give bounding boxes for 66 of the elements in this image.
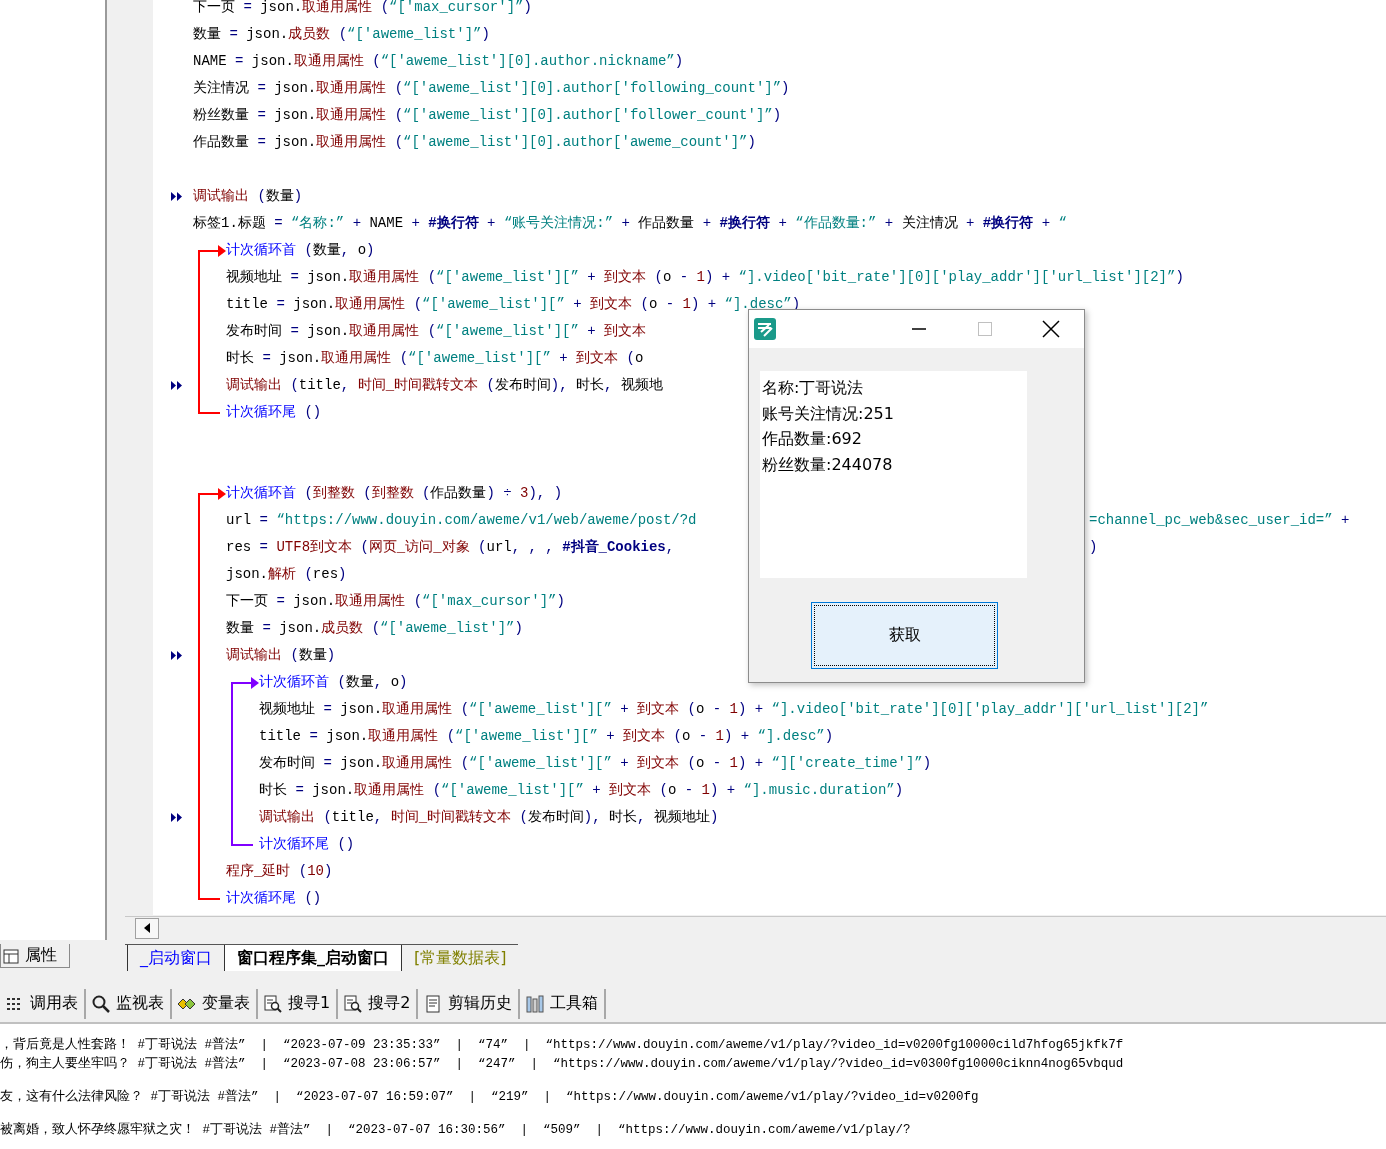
info-text: 粉丝数量:244078 bbox=[762, 453, 894, 476]
code-line: res = UTF8到文本 (网页_访问_对象 (url, , , #抖音_Cookies, bbox=[226, 538, 675, 557]
code-line: 调试输出 (数量) bbox=[226, 646, 336, 665]
code-line: 计次循环首 (到整数 (到整数 (作品数量) ÷ 3), ) bbox=[226, 484, 563, 503]
property-tab[interactable]: 属性 bbox=[0, 944, 70, 968]
output-line: 被离婚，致人怀孕终愿牢狱之灾！ #丁哥说法 #普法” | “2023-07-07 16:30:56” | “509” | “https://www.douyin.com/aweme/v1/play/? bbox=[0, 1121, 912, 1139]
document-search-icon bbox=[344, 994, 363, 1013]
minimize-icon bbox=[912, 328, 926, 330]
code-line: 调试输出 (数量) bbox=[193, 187, 303, 206]
editor-tab[interactable]: 窗口程序集_启动窗口 bbox=[224, 945, 401, 971]
double-arrow-icon bbox=[171, 192, 183, 201]
toolbar-button[interactable]: 搜寻1 bbox=[258, 988, 339, 1019]
info-text: 账号关注情况:251 bbox=[762, 402, 895, 425]
code-line: 视频地址 = json.取通用属性 (“['aweme_list'][” + 到文本 (o - 1) + “].video['bit_rate'][0]['play_addr']['url_list'][2]”) bbox=[226, 268, 1184, 287]
toolbar-button[interactable]: 监视表 bbox=[86, 988, 172, 1019]
code-line: 计次循环首 (数量, o) bbox=[226, 241, 375, 260]
code-line: 发布时间 = json.取通用属性 (“['aweme_list'][” + 到文本 (o - 1) + “]['create_time']”) bbox=[259, 754, 932, 773]
toolbar-button[interactable]: 变量表 bbox=[172, 988, 258, 1019]
output-line: ，背后竟是人性套路！ #丁哥说法 #普法” | “2023-07-09 23:35:33” | “74” | “https://www.douyin.com/aweme/v1/play/?video_id=v0200fg10000cild7hfog65jkfk7f bbox=[0, 1036, 1125, 1054]
code-line: 下一页 = json.取通用属性 (“['max_cursor']”) bbox=[193, 0, 532, 17]
output-line: 友，这有什么法律风险？ #丁哥说法 #普法” | “2023-07-07 16:59:07” | “219” | “https://www.douyin.com/aweme/v1/play/?video_id=v0200fg bbox=[0, 1088, 980, 1106]
code-line: 计次循环尾 () bbox=[226, 889, 322, 908]
toolbar-button[interactable]: 搜寻2 bbox=[338, 988, 419, 1019]
close-icon bbox=[1042, 320, 1060, 338]
code-line: 作品数量 = json.取通用属性 (“['aweme_list'][0].author['aweme_count']”) bbox=[193, 133, 756, 152]
scroll-left-button[interactable] bbox=[135, 917, 159, 939]
info-text: 名称:丁哥说法 bbox=[762, 377, 865, 399]
table-icon bbox=[3, 946, 21, 965]
output-line: 伤，狗主人要坐牢吗？ #丁哥说法 #普法” | “2023-07-08 23:06:57” | “247” | “https://www.douyin.com/aweme/v1/play/?video_id=v0300fg10000ciknn4nog65vbqud bbox=[0, 1055, 1125, 1073]
code-line: 调试输出 (title, 时间_时间戳转文本 (发布时间), 时长, 视频地 bbox=[226, 376, 663, 395]
code-line: 时长 = json.取通用属性 (“['aweme_list'][” + 到文本 (o bbox=[226, 349, 644, 368]
fetch-button[interactable]: 获取 bbox=[811, 602, 998, 669]
info-text: 作品数量:692 bbox=[762, 428, 863, 450]
code-line: =channel_pc_web&sec_user_id=” + bbox=[1089, 511, 1350, 530]
code-line: 标签1.标题 = “名称:” + NAME + #换行符 + “账号关注情况:” + 作品数量 + #换行符 + “作品数量:” + 关注情况 + #换行符 + “ bbox=[193, 214, 1067, 233]
code-line: 视频地址 = json.取通用属性 (“['aweme_list'][” + 到文本 (o - 1) + “].video['bit_rate'][0]['play_addr']['url_list'][2]” bbox=[259, 700, 1209, 719]
code-line: NAME = json.取通用属性 (“['aweme_list'][0].author.nickname”) bbox=[193, 52, 684, 71]
double-arrow-icon bbox=[171, 381, 183, 390]
toolbox-icon bbox=[526, 994, 545, 1013]
app-icon bbox=[753, 317, 777, 341]
code-line: 发布时间 = json.取通用属性 (“['aweme_list'][” + 到文本 bbox=[226, 322, 647, 341]
code-line: 粉丝数量 = json.取通用属性 (“['aweme_list'][0].author['follower_count']”) bbox=[193, 106, 782, 125]
document-icon bbox=[424, 994, 443, 1013]
toolbar-button[interactable]: 剪辑历史 bbox=[418, 988, 521, 1019]
code-line: 关注情况 = json.取通用属性 (“['aweme_list'][0].author['following_count']”) bbox=[193, 79, 790, 98]
caret-icon bbox=[143, 923, 151, 933]
search-icon bbox=[92, 994, 110, 1013]
maximize-icon bbox=[977, 321, 993, 337]
code-line: 程序_延时 (10) bbox=[226, 862, 333, 881]
toolbar-button[interactable]: 调用表 bbox=[0, 988, 86, 1019]
code-line: 数量 = json.成员数 (“['aweme_list']”) bbox=[193, 25, 490, 44]
code-line: 时长 = json.取通用属性 (“['aweme_list'][” + 到文本 (o - 1) + “].music.duration”) bbox=[259, 781, 904, 800]
code-line: 计次循环尾 () bbox=[226, 403, 322, 422]
code-line: 调试输出 (title, 时间_时间戳转文本 (发布时间), 时长, 视频地址) bbox=[259, 808, 719, 827]
code-line: 计次循环尾 () bbox=[259, 835, 355, 854]
code-line: 下一页 = json.取通用属性 (“['max_cursor']”) bbox=[226, 592, 565, 611]
code-line: 数量 = json.成员数 (“['aweme_list']”) bbox=[226, 619, 523, 638]
toolbar-button[interactable]: 工具箱 bbox=[520, 988, 607, 1019]
code-line: ) bbox=[1089, 538, 1098, 557]
code-line: 计次循环首 (数量, o) bbox=[259, 673, 408, 692]
double-arrow-icon bbox=[171, 651, 183, 660]
double-arrow-icon bbox=[171, 813, 183, 822]
document-search-icon bbox=[264, 994, 282, 1013]
code-line: json.解析 (res) bbox=[226, 565, 347, 584]
code-line: title = json.取通用属性 (“['aweme_list'][” + 到文本 (o - 1) + “].desc”) bbox=[259, 727, 834, 746]
code-line: url = “https://www.douyin.com/aweme/v1/web/aweme/post/?d bbox=[226, 511, 697, 530]
